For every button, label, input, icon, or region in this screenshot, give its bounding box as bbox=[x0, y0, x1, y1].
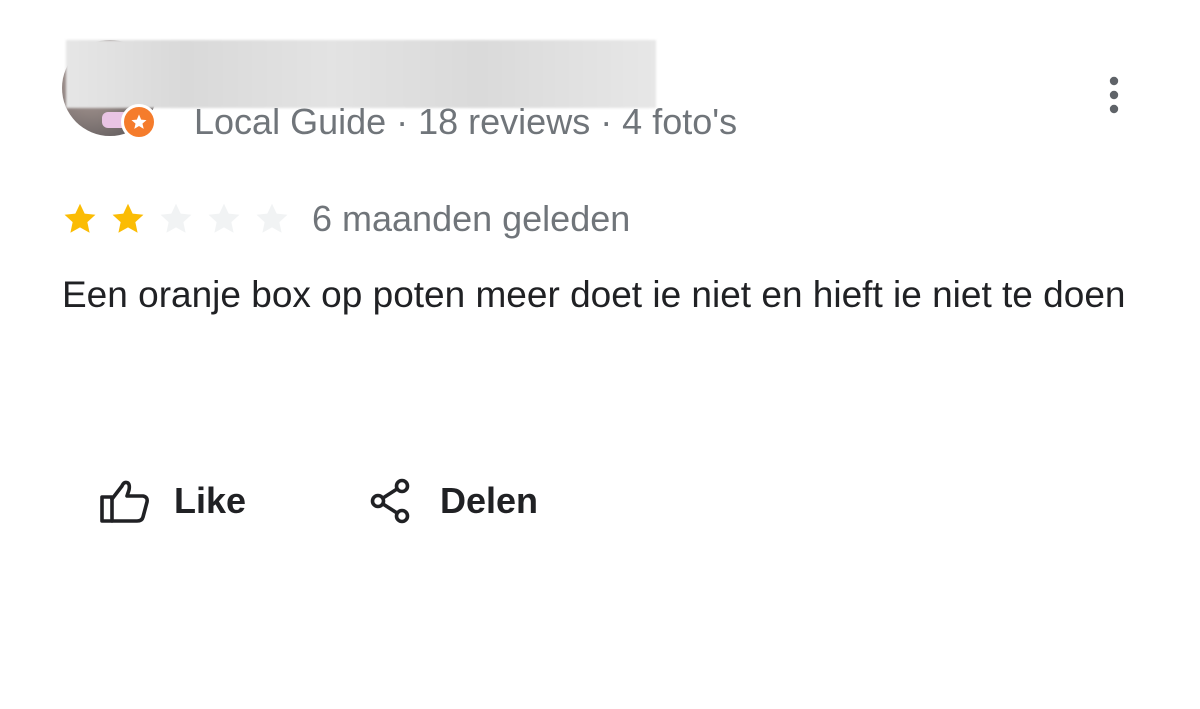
like-label: Like bbox=[174, 480, 247, 521]
review-date: 6 maanden geleden bbox=[312, 198, 631, 239]
share-label: Delen bbox=[440, 480, 539, 521]
like-button[interactable]: Like bbox=[98, 470, 246, 532]
star-empty-icon bbox=[208, 203, 240, 233]
more-vertical-icon bbox=[1109, 76, 1119, 114]
more-options-button[interactable] bbox=[1096, 74, 1132, 116]
star-rating bbox=[62, 201, 302, 237]
thumbs-up-icon bbox=[98, 474, 152, 528]
review-text: Een oranje box op poten meer doet ie nie… bbox=[62, 274, 1126, 315]
star-empty-icon bbox=[256, 203, 288, 233]
rating-row: 6 maanden geleden bbox=[62, 196, 630, 242]
reviewer-meta: Local Guide · 18 reviews · 4 foto's bbox=[194, 101, 738, 142]
share-button[interactable]: Delen bbox=[364, 470, 538, 532]
star-filled-icon bbox=[64, 203, 96, 233]
star-empty-icon bbox=[160, 203, 192, 233]
reviewer-name-redacted bbox=[66, 40, 656, 108]
local-guide-star-icon bbox=[121, 104, 157, 140]
share-icon bbox=[364, 474, 418, 528]
star-filled-icon bbox=[112, 203, 144, 233]
